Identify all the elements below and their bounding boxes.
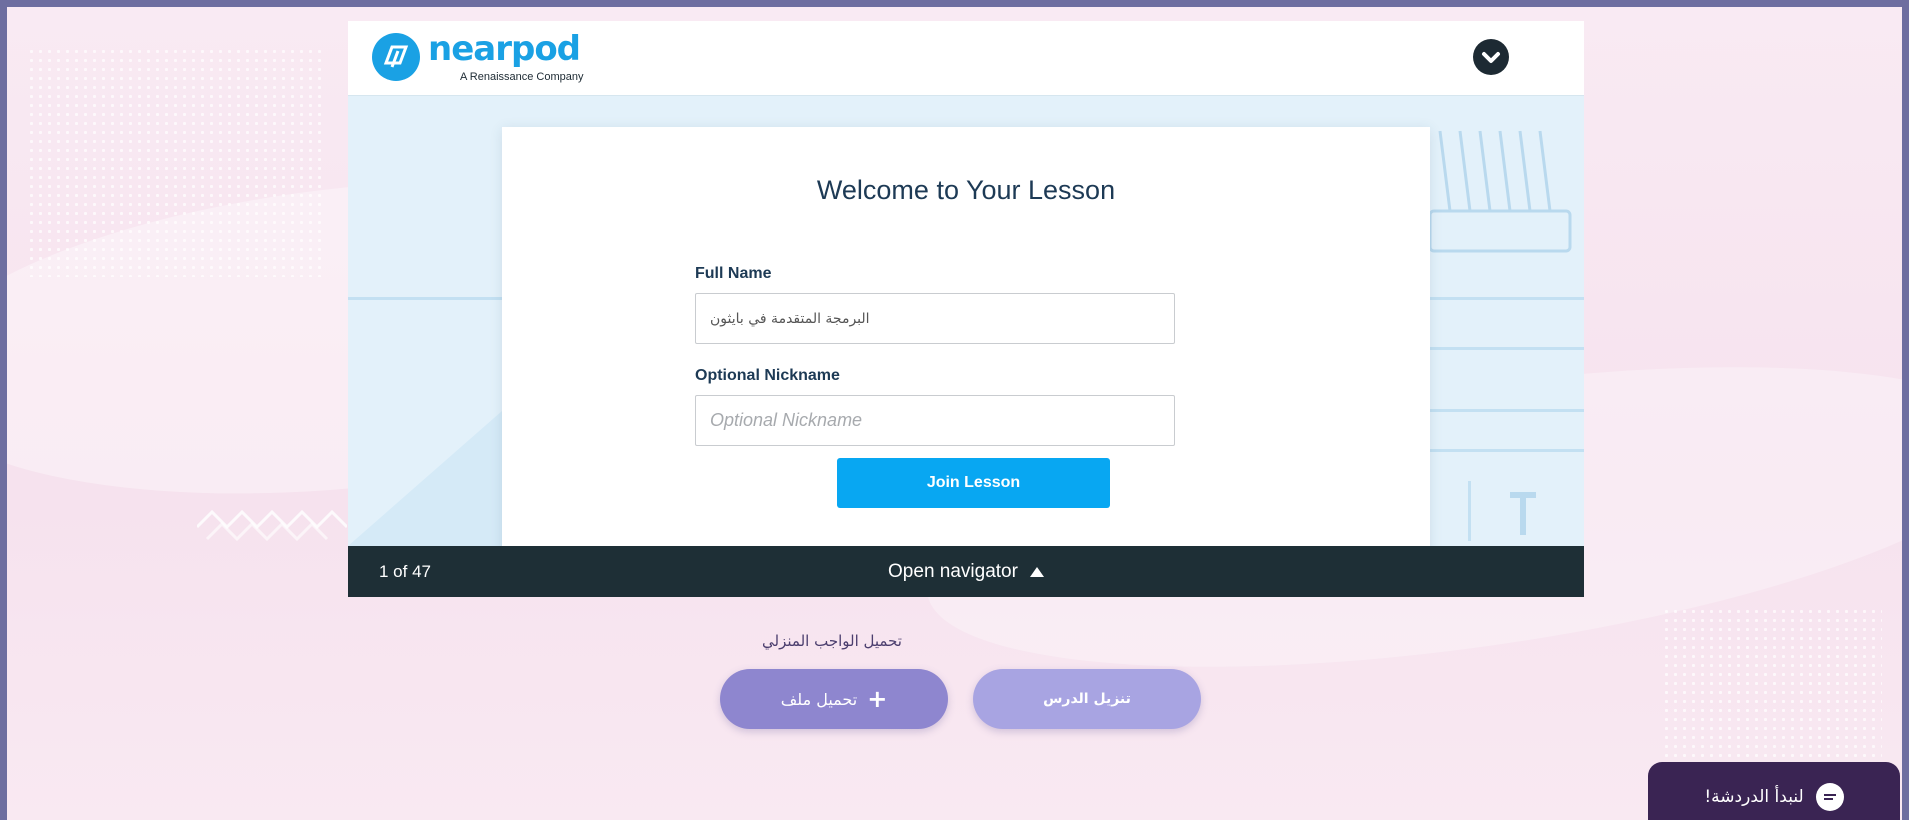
nickname-label: Optional Nickname (695, 367, 840, 384)
plus-icon: + (867, 685, 888, 713)
nearpod-player: nearpod A Renaissance Company Welcome to… (348, 21, 1584, 597)
logo-wordmark: nearpod (428, 29, 581, 69)
nickname-placeholder: Optional Nickname (710, 410, 863, 430)
page-background: nearpod A Renaissance Company Welcome to… (0, 0, 1909, 820)
background-line (1468, 481, 1471, 541)
open-navigator-label: Open navigator (888, 560, 1018, 582)
join-lesson-button[interactable]: Join Lesson (837, 458, 1110, 508)
chat-bubble-icon (1815, 783, 1844, 811)
background-line (348, 297, 502, 300)
full-name-value: البرمجة المتقدمة في بايثون (710, 310, 870, 327)
background-dot-pattern (1662, 607, 1882, 757)
nearpod-logo-icon (372, 33, 420, 81)
open-navigator-button[interactable]: Open navigator (348, 546, 1584, 597)
background-line (1430, 347, 1584, 350)
homework-label: تحميل الواجب المنزلي (762, 632, 902, 650)
start-chat-label: لنبدأ الدردشة! (1704, 787, 1804, 807)
full-name-input[interactable]: البرمجة المتقدمة في بايثون (695, 293, 1175, 344)
background-line (1430, 409, 1584, 412)
upload-file-label: تحميل ملف (780, 689, 858, 709)
player-header: nearpod A Renaissance Company (348, 21, 1584, 96)
logo-tagline: A Renaissance Company (460, 71, 584, 83)
navigator-bar: 1 of 47 Open navigator (348, 546, 1584, 597)
zigzag-decoration (197, 509, 347, 542)
nickname-input[interactable]: Optional Nickname (695, 395, 1175, 446)
download-lesson-label: تنزيل الدرس (1043, 691, 1131, 707)
collapse-button[interactable] (1473, 39, 1509, 75)
background-pencils (1430, 130, 1572, 253)
background-line (1430, 449, 1584, 452)
triangle-up-icon (1029, 566, 1044, 577)
background-letter-t (1510, 492, 1536, 535)
background-diagonal (348, 411, 502, 546)
background-line (1430, 297, 1584, 300)
download-lesson-button[interactable]: تنزيل الدرس (973, 669, 1201, 729)
upload-file-button[interactable]: + تحميل ملف (720, 669, 948, 729)
page-title: Welcome to Your Lesson (816, 175, 1116, 205)
start-chat-button[interactable]: لنبدأ الدردشة! (1648, 762, 1900, 820)
join-lesson-card: Welcome to Your Lesson Full Name البرمجة… (502, 127, 1430, 563)
background-dot-pattern (27, 47, 327, 277)
chevron-down-icon (1482, 52, 1500, 63)
full-name-label: Full Name (695, 265, 772, 282)
